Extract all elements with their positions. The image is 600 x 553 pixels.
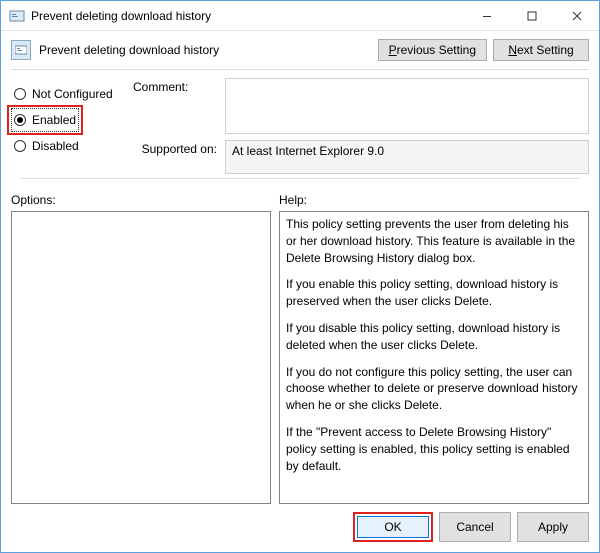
help-paragraph: If you disable this policy setting, down…	[286, 320, 582, 354]
help-paragraph: If you enable this policy setting, downl…	[286, 276, 582, 310]
state-radios: Not Configured Enabled Disabled	[11, 78, 121, 174]
titlebar: Prevent deleting download history	[1, 1, 599, 31]
help-column: Help: This policy setting prevents the u…	[279, 193, 589, 504]
help-box[interactable]: This policy setting prevents the user fr…	[279, 211, 589, 504]
maximize-button[interactable]	[509, 1, 554, 30]
dialog-window: Prevent deleting download history Preven…	[0, 0, 600, 553]
help-label: Help:	[279, 193, 589, 207]
help-paragraph: If you do not configure this policy sett…	[286, 364, 582, 414]
separator	[21, 178, 579, 179]
radio-icon	[14, 88, 26, 100]
radio-disabled[interactable]: Disabled	[11, 134, 121, 158]
policy-icon	[11, 40, 31, 60]
help-paragraph: If the "Prevent access to Delete Browsin…	[286, 424, 582, 474]
radio-not-configured[interactable]: Not Configured	[11, 82, 121, 106]
minimize-button[interactable]	[464, 1, 509, 30]
options-label: Options:	[11, 193, 271, 207]
apply-button[interactable]: Apply	[517, 512, 589, 542]
ok-button[interactable]: OK	[357, 516, 429, 538]
window-title: Prevent deleting download history	[31, 9, 464, 23]
previous-setting-button[interactable]: Previous Setting	[378, 39, 487, 61]
close-button[interactable]	[554, 1, 599, 30]
separator	[11, 69, 589, 70]
options-box[interactable]	[11, 211, 271, 504]
help-paragraph: This policy setting prevents the user fr…	[286, 216, 582, 266]
radio-icon	[14, 114, 26, 126]
radio-label: Disabled	[32, 136, 79, 156]
supported-text: At least Internet Explorer 9.0	[225, 140, 589, 174]
config-row: Not Configured Enabled Disabled Comment:	[11, 78, 589, 174]
comment-label: Comment:	[133, 78, 217, 94]
policy-title: Prevent deleting download history	[39, 43, 372, 57]
header-row: Prevent deleting download history Previo…	[1, 31, 599, 65]
next-setting-button[interactable]: Next Setting	[493, 39, 589, 61]
highlight-box-ok: OK	[353, 512, 433, 542]
right-column: Comment: Supported on: At least Internet…	[133, 78, 589, 174]
comment-line: Comment:	[133, 78, 589, 134]
supported-label: Supported on:	[133, 140, 217, 156]
highlight-box-enabled: Enabled	[7, 105, 83, 135]
cancel-button[interactable]: Cancel	[439, 512, 511, 542]
radio-enabled[interactable]: Enabled	[11, 108, 79, 132]
supported-line: Supported on: At least Internet Explorer…	[133, 140, 589, 174]
radio-icon	[14, 140, 26, 152]
footer: OK Cancel Apply	[1, 504, 599, 552]
panels-row: Options: Help: This policy setting preve…	[11, 193, 589, 504]
app-icon	[9, 8, 25, 24]
supported-value: At least Internet Explorer 9.0	[232, 144, 384, 158]
radio-label: Enabled	[32, 110, 76, 130]
options-column: Options:	[11, 193, 271, 504]
comment-input[interactable]	[225, 78, 589, 134]
dialog-body: Not Configured Enabled Disabled Comment:	[1, 74, 599, 504]
radio-label: Not Configured	[32, 84, 113, 104]
